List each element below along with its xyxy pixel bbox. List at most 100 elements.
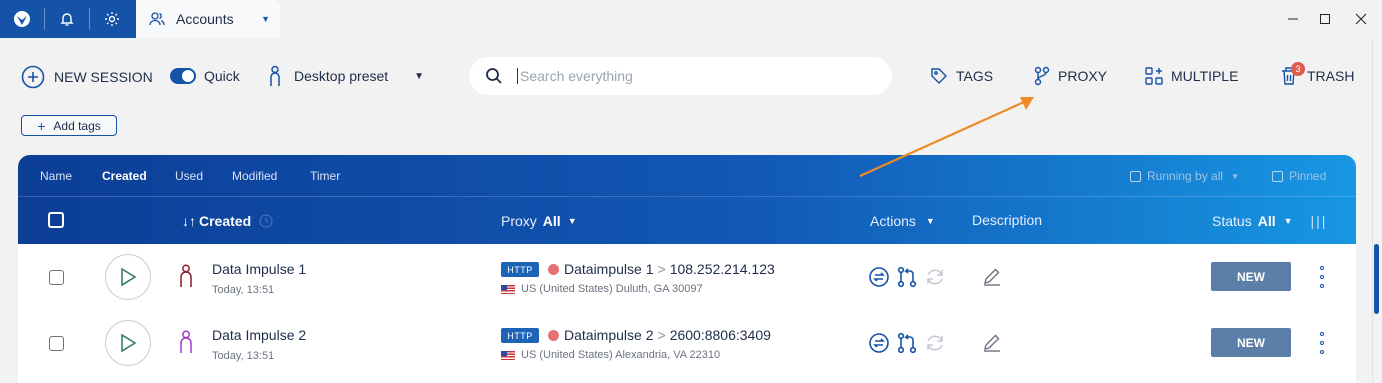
- col-actions[interactable]: Actions ▼: [870, 213, 935, 229]
- col-proxy[interactable]: Proxy All ▼: [501, 213, 577, 229]
- accounts-table: Name Created Used Modified Timer Running…: [18, 155, 1356, 383]
- toolbar: NEW SESSION Quick Desktop preset ▼ TAGS …: [0, 38, 1372, 148]
- proxy-ip: 2600:8806:3409: [669, 327, 771, 343]
- proxy-location: US (United States) Duluth, GA 30097: [501, 283, 703, 295]
- swap-icon[interactable]: [868, 266, 890, 288]
- proxy-info[interactable]: Dataimpulse 2 >2600:8806:3409: [564, 327, 790, 343]
- edit-icon[interactable]: [981, 265, 1003, 287]
- play-button[interactable]: [105, 320, 151, 366]
- add-tags-button[interactable]: + Add tags: [21, 115, 117, 136]
- new-session-button[interactable]: NEW SESSION: [21, 65, 153, 89]
- add-tags-label: Add tags: [53, 118, 101, 133]
- quick-toggle[interactable]: Quick: [170, 68, 240, 84]
- person-icon: [270, 65, 280, 86]
- col-proxy-filter[interactable]: All: [543, 213, 561, 229]
- pinned-label: Pinned: [1289, 169, 1327, 183]
- play-icon: [121, 267, 137, 287]
- pinned-checkbox[interactable]: [1272, 170, 1283, 182]
- more-options-button[interactable]: [1316, 332, 1328, 354]
- app-rail: [0, 0, 136, 38]
- close-button[interactable]: [1346, 0, 1376, 38]
- scrollbar-thumb[interactable]: [1374, 244, 1379, 314]
- column-resize-icon[interactable]: |||: [1311, 213, 1328, 229]
- select-all-checkbox[interactable]: [48, 212, 64, 228]
- play-button[interactable]: [105, 254, 151, 300]
- account-name[interactable]: Data Impulse 2: [212, 327, 306, 343]
- swap-icon[interactable]: [868, 332, 890, 354]
- sort-tab-used[interactable]: Used: [175, 169, 203, 183]
- pinned-filter[interactable]: Pinned: [1272, 169, 1326, 183]
- play-icon: [121, 333, 137, 353]
- plus-icon: +: [37, 117, 46, 134]
- notifications-button[interactable]: [45, 0, 89, 38]
- chevron-right-icon: >: [657, 327, 666, 343]
- maximize-button[interactable]: [1310, 0, 1340, 38]
- users-icon: [149, 12, 165, 26]
- running-by-all-filter[interactable]: Running by all ▼: [1130, 169, 1239, 183]
- running-by-all-label: Running by all: [1147, 169, 1224, 183]
- account-name[interactable]: Data Impulse 1: [212, 261, 306, 277]
- col-proxy-label: Proxy: [501, 213, 537, 229]
- sort-tab-name[interactable]: Name: [40, 169, 72, 183]
- col-status-label: Status: [1212, 213, 1252, 229]
- edit-icon[interactable]: [981, 331, 1003, 353]
- tab-accounts[interactable]: Accounts ▼: [136, 0, 280, 38]
- tag-icon: [931, 68, 947, 84]
- tab-accounts-label: Accounts: [176, 11, 234, 27]
- app-logo-button[interactable]: [0, 0, 44, 38]
- proxy-name: Dataimpulse 2: [564, 327, 654, 343]
- proxy-name: Dataimpulse 1: [564, 261, 654, 277]
- quick-toggle-switch[interactable]: [170, 68, 196, 84]
- sort-tab-modified[interactable]: Modified: [232, 169, 277, 183]
- refresh-icon[interactable]: [924, 332, 946, 354]
- settings-button[interactable]: [90, 0, 134, 38]
- proxy-change-icon[interactable]: [896, 266, 918, 288]
- search-icon: [486, 68, 502, 84]
- tags-button[interactable]: TAGS: [930, 67, 993, 85]
- proxy-type-badge: HTTP: [501, 262, 539, 277]
- minimize-button[interactable]: [1278, 0, 1308, 38]
- multiple-button[interactable]: MULTIPLE: [1145, 67, 1238, 85]
- multiple-label: MULTIPLE: [1171, 68, 1239, 84]
- chevron-right-icon: >: [657, 261, 666, 277]
- row-checkbox[interactable]: [49, 270, 64, 285]
- preset-select[interactable]: Desktop preset ▼: [268, 65, 424, 87]
- preset-label: Desktop preset: [294, 68, 389, 84]
- us-flag-icon: [501, 284, 515, 294]
- proxy-location-label: US (United States) Duluth, GA 30097: [521, 283, 703, 295]
- status-badge[interactable]: NEW: [1211, 262, 1291, 291]
- col-description-label: Description: [972, 212, 1043, 228]
- col-created-label: Created: [199, 213, 252, 229]
- proxy-label: PROXY: [1058, 68, 1108, 84]
- profile-avatar-icon: [180, 264, 192, 287]
- col-status[interactable]: Status All ▼ |||: [1212, 213, 1327, 229]
- proxy-button[interactable]: PROXY: [1034, 66, 1107, 86]
- chevron-down-icon[interactable]: ▼: [261, 14, 270, 24]
- sort-tab-created[interactable]: Created: [102, 169, 147, 183]
- proxy-change-icon[interactable]: [896, 332, 918, 354]
- chevron-down-icon: ▼: [1283, 216, 1293, 226]
- proxy-status-dot: [548, 264, 559, 275]
- col-status-filter[interactable]: All: [1258, 213, 1276, 229]
- trash-count-badge: 3: [1291, 62, 1305, 76]
- col-created[interactable]: ↓↑ Created: [182, 213, 273, 229]
- plus-circle-icon: [21, 65, 45, 89]
- sort-tab-timer[interactable]: Timer: [310, 169, 340, 183]
- scrollbar-track[interactable]: [1372, 38, 1382, 383]
- refresh-icon[interactable]: [924, 266, 946, 288]
- table-header: Name Created Used Modified Timer Running…: [18, 155, 1356, 244]
- trash-label: TRASH: [1307, 68, 1355, 84]
- title-bar: Accounts ▼: [0, 0, 1382, 38]
- maximize-icon: [1320, 14, 1330, 24]
- table-row[interactable]: Data Impulse 1 Today, 13:51 HTTP Dataimp…: [18, 244, 1356, 310]
- status-badge[interactable]: NEW: [1211, 328, 1291, 357]
- more-options-button[interactable]: [1316, 266, 1328, 288]
- proxy-type-badge: HTTP: [501, 328, 539, 343]
- row-checkbox[interactable]: [49, 336, 64, 351]
- search-bar[interactable]: [469, 57, 892, 95]
- table-row[interactable]: Data Impulse 2 Today, 13:51 HTTP Dataimp…: [18, 310, 1356, 383]
- proxy-info[interactable]: Dataimpulse 1 >108.252.214.123: [564, 261, 790, 277]
- running-by-all-checkbox[interactable]: [1130, 170, 1141, 182]
- search-input[interactable]: [517, 68, 877, 84]
- tags-label: TAGS: [956, 68, 994, 84]
